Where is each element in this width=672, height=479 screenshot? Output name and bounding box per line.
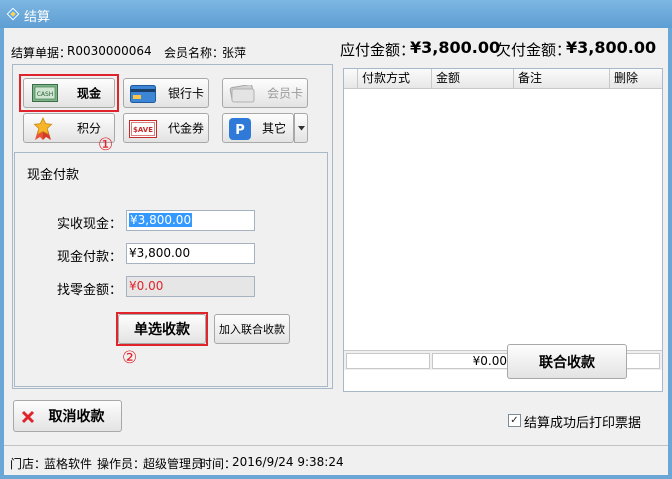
joint-pay-button[interactable]: 联合收款 <box>507 344 627 379</box>
highlight-single-pay <box>116 312 208 346</box>
received-cash-input[interactable]: ¥3,800.00 <box>126 210 255 231</box>
change-label: 找零金额： <box>57 283 123 298</box>
paypal-icon: P <box>229 118 251 140</box>
joint-pay-label: 联合收款 <box>539 354 595 371</box>
cash-payment-label: 现金付款： <box>57 250 123 265</box>
voucher-icon-text: $AVE <box>133 126 153 134</box>
status-bar: 门店： 蓝格软件 操作员： 超级管理员 时间： 2016/9/24 9:38:2… <box>4 445 668 475</box>
member-card-label: 会员卡 <box>266 86 303 101</box>
annotation-two: ② <box>122 348 138 368</box>
bank-card-button[interactable]: 银行卡 <box>123 78 209 108</box>
points-label: 积分 <box>76 121 101 136</box>
column-header-method[interactable]: 付款方式 <box>358 69 432 88</box>
payable-amount: ¥3,800.00 <box>410 38 501 57</box>
store-name: 蓝格软件 <box>44 457 93 471</box>
bank-card-icon <box>130 85 156 103</box>
operator-name: 超级管理员 <box>143 457 204 471</box>
close-icon <box>21 410 35 424</box>
window-title: 结算 <box>24 10 51 25</box>
store-label: 门店： <box>10 457 47 471</box>
other-button[interactable]: P 其它 <box>222 113 294 143</box>
operator-label: 操作员： <box>97 457 146 471</box>
column-header-note[interactable]: 备注 <box>514 69 610 88</box>
cancel-pay-button[interactable]: 取消收款 <box>13 400 122 432</box>
voucher-icon: $AVE <box>129 120 157 138</box>
chevron-down-icon <box>297 125 305 130</box>
change-value: ¥0.00 <box>129 279 164 293</box>
row-header-corner <box>344 69 358 88</box>
payable-label: 应付金额： <box>340 41 416 59</box>
medal-icon <box>33 117 53 140</box>
highlight-cash <box>19 74 119 112</box>
grid-header: 付款方式 金额 备注 删除 <box>344 69 662 89</box>
other-label: 其它 <box>261 121 286 136</box>
cash-payment-panel <box>14 152 328 387</box>
member-name: 张萍 <box>222 46 247 60</box>
cancel-pay-label: 取消收款 <box>48 409 105 425</box>
voucher-label: 代金券 <box>167 121 204 136</box>
title-bar: 结算 <box>0 0 672 28</box>
member-label: 会员名称： <box>164 46 225 60</box>
member-card-button[interactable]: 会员卡 <box>222 78 308 108</box>
received-cash-label: 实收现金： <box>57 217 123 232</box>
cash-payment-input[interactable]: ¥3,800.00 <box>126 243 255 264</box>
time-label: 时间： <box>200 457 237 471</box>
column-header-amount[interactable]: 金额 <box>432 69 514 88</box>
received-cash-value: ¥3,800.00 <box>129 213 193 227</box>
print-receipt-label[interactable]: 结算成功后打印票据 <box>524 412 641 431</box>
cash-payment-value: ¥3,800.00 <box>129 246 191 260</box>
owed-label: 欠付金额： <box>496 41 572 59</box>
member-card-icon <box>229 85 255 103</box>
column-header-delete[interactable]: 删除 <box>610 69 662 88</box>
total-amount: ¥0.00 <box>432 353 512 369</box>
add-joint-label: 加入联合收款 <box>219 323 285 336</box>
owed-amount: ¥3,800.00 <box>566 38 657 57</box>
order-number: R0030000064 <box>67 44 152 58</box>
bank-card-label: 银行卡 <box>167 86 204 101</box>
cash-panel-title: 现金付款 <box>27 168 80 183</box>
app-icon <box>6 7 20 21</box>
change-amount-field: ¥0.00 <box>126 276 255 297</box>
add-joint-button[interactable]: 加入联合收款 <box>214 314 290 344</box>
print-receipt-checkbox[interactable]: ✓ <box>508 414 521 427</box>
order-label: 结算单据： <box>11 46 72 60</box>
checkout-window: 结算单据： R0030000064 会员名称： 张萍 应付金额： ¥3,800.… <box>4 28 668 475</box>
other-dropdown-button[interactable] <box>294 113 308 143</box>
time-value: 2016/9/24 9:38:24 <box>232 455 344 469</box>
footer-cell-empty <box>346 353 430 369</box>
voucher-button[interactable]: $AVE 代金券 <box>123 113 209 143</box>
svg-text:P: P <box>235 123 245 138</box>
